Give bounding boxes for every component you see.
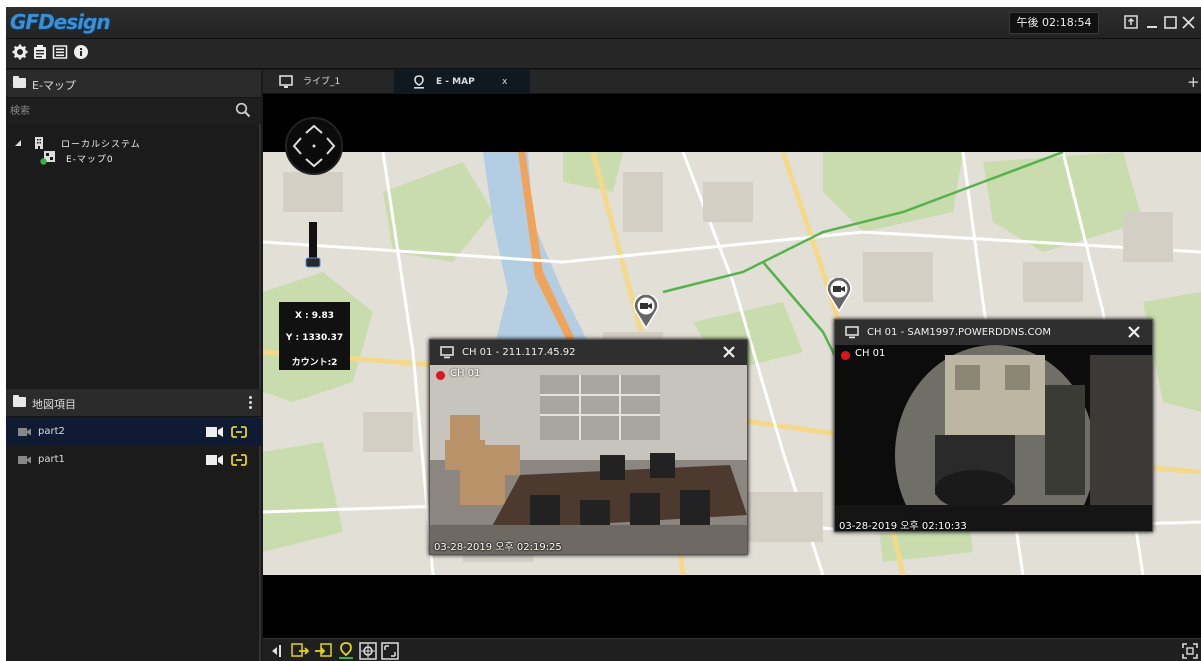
collapse-arrow-icon[interactable]: [14, 139, 22, 147]
list-icon[interactable]: [52, 44, 70, 62]
video-camera-icon[interactable]: [206, 454, 224, 466]
tab-bar: ライブ_1 E - MAP x +: [263, 70, 1201, 94]
fit-view-icon[interactable]: [359, 642, 377, 660]
monitor-icon: [440, 346, 454, 359]
zoom-slider[interactable]: [305, 222, 321, 270]
camera-video-feed[interactable]: CH 01 03-28-2019 오후 02:10:33: [835, 345, 1152, 531]
search-icon[interactable]: [235, 102, 251, 118]
camera-window-header[interactable]: CH 01 - 211.117.45.92: [430, 340, 747, 365]
link-icon[interactable]: [231, 425, 247, 439]
collapse-panel-icon[interactable]: [269, 642, 287, 660]
emap-panel-title: E-マップ: [32, 79, 76, 92]
list-item-label: part2: [38, 426, 65, 437]
emap-node-icon: [40, 151, 55, 165]
close-icon[interactable]: [1125, 323, 1143, 341]
tab-live-1-label: ライブ_1: [303, 77, 341, 87]
list-item-label: part1: [38, 454, 65, 465]
channel-label: CH 01: [450, 368, 481, 379]
camera-window-2[interactable]: CH 01 - SAM1997.POWERDDNS.COM CH 01 03-2…: [834, 319, 1153, 532]
emap-panel-header[interactable]: E-マップ: [6, 70, 261, 98]
coord-count: カウント:2: [291, 358, 338, 368]
camera-icon: [18, 456, 31, 464]
camera-window-title: CH 01 - 211.117.45.92: [462, 347, 576, 358]
camera-timestamp: 03-28-2019 오후 02:10:33: [839, 521, 967, 531]
app-logo: GFDesign: [10, 10, 111, 34]
tab-emap-label: E - MAP: [436, 77, 475, 87]
camera-window-1[interactable]: CH 01 - 211.117.45.92 CH 01 03-28-2019 오…: [429, 339, 748, 555]
fullscreen-map-icon[interactable]: [381, 642, 399, 660]
title-bar: GFDesign 午後 02:18:54: [6, 7, 1201, 39]
camera-window-header[interactable]: CH 01 - SAM1997.POWERDDNS.COM: [835, 320, 1152, 345]
recording-indicator: [436, 371, 445, 380]
info-icon[interactable]: [73, 44, 91, 62]
monitor-icon: [279, 75, 293, 88]
map-items-title: 地図項目: [32, 398, 76, 411]
tree-label-emap0: E-マップ0: [66, 155, 114, 165]
list-item-part2[interactable]: part2: [6, 418, 261, 446]
gear-icon[interactable]: [12, 44, 30, 62]
left-panel: E-マップ ローカルシステム E-マップ0 地図項目: [6, 70, 261, 661]
monitor-icon: [845, 326, 859, 339]
map-items-panel-header[interactable]: 地図項目: [6, 389, 261, 417]
close-button[interactable]: [1179, 12, 1197, 32]
camera-pin-1[interactable]: [633, 293, 659, 330]
search-input[interactable]: [10, 101, 230, 121]
clock-display: 午後 02:18:54: [1009, 12, 1099, 34]
bottom-toolbar: [263, 638, 1201, 661]
maximize-button[interactable]: [1161, 12, 1179, 32]
link-icon[interactable]: [231, 453, 247, 467]
camera-timestamp: 03-28-2019 오후 02:19:25: [434, 542, 562, 553]
camera-video-feed[interactable]: CH 01 03-28-2019 오후 02:19:25: [430, 365, 747, 554]
clipboard-icon[interactable]: [32, 44, 50, 62]
import-icon[interactable]: [314, 642, 332, 660]
coord-y: Y : 1330.37: [285, 333, 344, 343]
coord-x: X : 9.83: [294, 311, 334, 321]
folder-icon: [13, 395, 26, 407]
tab-emap[interactable]: E - MAP x: [394, 70, 530, 94]
camera-pin-icon[interactable]: [826, 276, 852, 313]
camera-pin-2[interactable]: [826, 276, 852, 313]
close-icon[interactable]: [720, 343, 738, 361]
building-icon: [35, 137, 43, 149]
add-tab-button[interactable]: +: [1187, 70, 1200, 94]
upload-icon[interactable]: [1122, 12, 1140, 32]
camera-feed-image: [430, 365, 747, 554]
coordinate-readout: X : 9.83 Y : 1330.37 カウント:2: [279, 302, 350, 370]
emap-viewport[interactable]: X : 9.83 Y : 1330.37 カウント:2 CH 01 - 211.…: [263, 94, 1201, 638]
tab-live-1[interactable]: ライブ_1: [263, 70, 391, 94]
app-window: GFDesign 午後 02:18:54 E-マップ 検索 ローカルシステム E…: [6, 7, 1201, 661]
expand-view-icon[interactable]: [1181, 642, 1199, 660]
main-toolbar: [6, 39, 1201, 69]
kebab-menu-icon[interactable]: [249, 396, 253, 410]
add-pin-icon[interactable]: [337, 642, 355, 660]
search-row: [6, 98, 261, 124]
minimize-button[interactable]: [1143, 12, 1161, 32]
pan-arrows-icon[interactable]: [287, 119, 341, 173]
tab-close-icon[interactable]: x: [502, 70, 507, 94]
list-item-part1[interactable]: part1: [6, 446, 261, 474]
camera-pin-icon[interactable]: [633, 293, 659, 330]
export-icon[interactable]: [291, 642, 309, 660]
camera-window-title: CH 01 - SAM1997.POWERDDNS.COM: [867, 327, 1051, 338]
camera-icon: [18, 428, 31, 436]
video-camera-icon[interactable]: [206, 426, 224, 438]
pan-control[interactable]: [285, 117, 343, 175]
recording-indicator: [841, 351, 850, 360]
camera-feed-image: [835, 345, 1152, 531]
map-pin-icon: [414, 75, 424, 89]
tree-label-local-system: ローカルシステム: [61, 140, 141, 150]
channel-label: CH 01: [855, 348, 886, 359]
folder-icon: [13, 76, 26, 88]
